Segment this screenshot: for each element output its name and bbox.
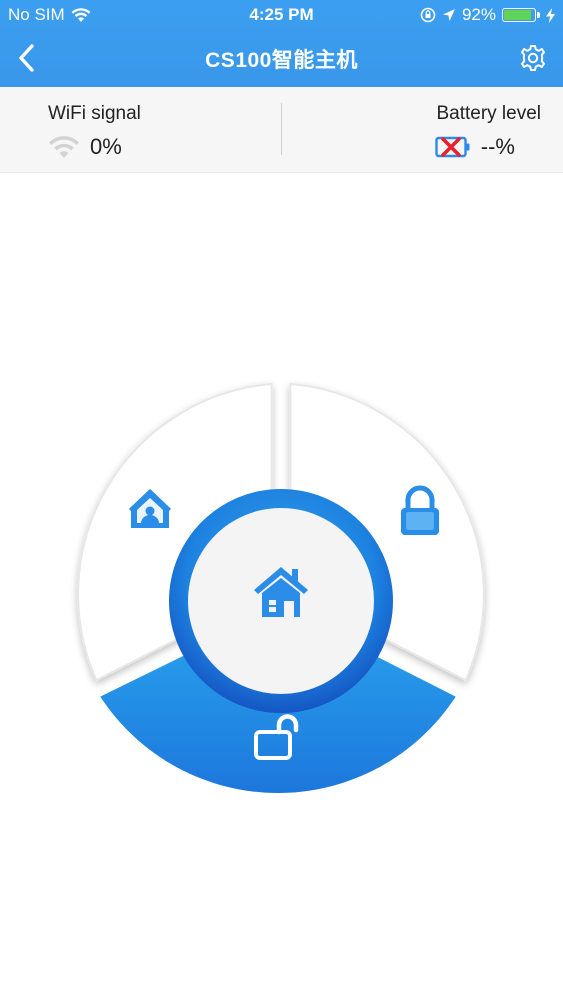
battery-alert-icon bbox=[435, 136, 470, 158]
wifi-signal-icon bbox=[49, 136, 79, 158]
orientation-lock-icon bbox=[420, 7, 436, 23]
location-icon bbox=[442, 9, 455, 21]
info-divider bbox=[281, 103, 282, 155]
page-title: CS100智能主机 bbox=[205, 49, 358, 72]
gear-icon bbox=[521, 45, 545, 71]
arming-dial bbox=[77, 382, 485, 793]
battery-percent: 92% bbox=[461, 5, 496, 24]
status-bar: No SIM 4:25 PM 92% bbox=[0, 0, 563, 30]
center-home-button[interactable] bbox=[188, 508, 374, 694]
nav-bar: CS100智能主机 bbox=[0, 30, 563, 87]
settings-button[interactable] bbox=[519, 44, 547, 72]
battery-level-value: --% bbox=[480, 134, 515, 159]
battery-icon bbox=[502, 8, 540, 22]
wifi-signal-value: 0% bbox=[90, 134, 122, 159]
wifi-signal-label: WiFi signal bbox=[48, 103, 141, 124]
charging-icon bbox=[546, 7, 555, 23]
header: No SIM 4:25 PM 92% CS100智能主机 bbox=[0, 0, 563, 87]
device-info-bar: WiFi signal 0% Battery level --% bbox=[0, 87, 563, 173]
battery-level-label: Battery level bbox=[436, 103, 541, 124]
